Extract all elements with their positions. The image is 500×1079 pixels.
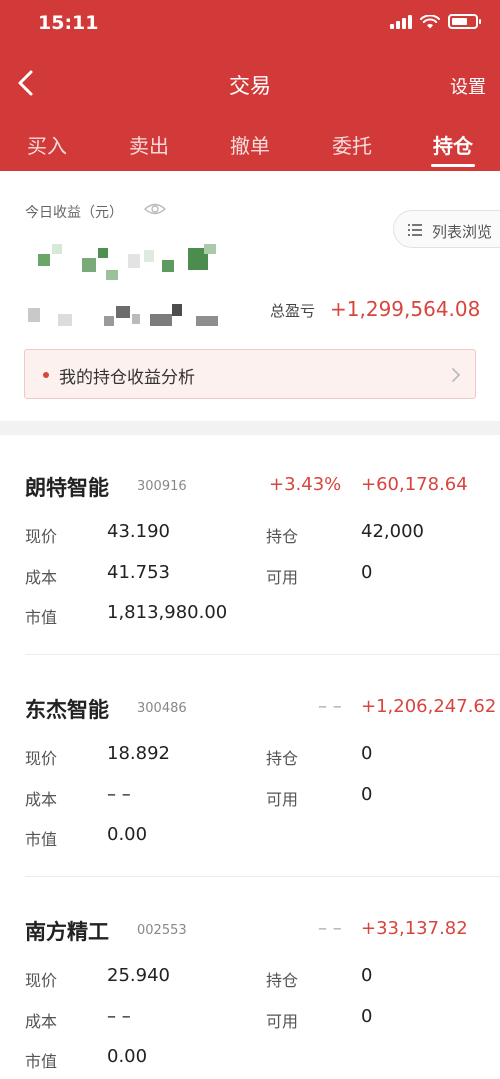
market-value: 0.00 (107, 1046, 148, 1067)
position-label: 持仓 (266, 527, 299, 546)
total-pl-value: +1,299,564.08 (330, 297, 481, 321)
available-value: 0 (361, 784, 373, 805)
price-label: 现价 (25, 749, 58, 768)
top-header: 15:11 交易 设置 买入 卖出 撤单 委托 持仓 (0, 0, 500, 171)
stock-code: 300916 (137, 479, 187, 494)
pl-analysis-banner[interactable]: 我的持仓收益分析 (24, 349, 476, 399)
price-value: 18.892 (107, 743, 170, 764)
stock-pl: +60,178.64 (361, 474, 468, 495)
position-value: 0 (361, 743, 373, 764)
position-value: 0 (361, 965, 373, 986)
available-label: 可用 (266, 568, 299, 587)
list-icon (408, 224, 422, 236)
trade-tabs: 买入 卖出 撤单 委托 持仓 (0, 126, 500, 170)
market-value-label: 市值 (25, 608, 58, 627)
stock-change-pct: – – (318, 696, 342, 717)
stock-name: 东杰智能 (25, 698, 109, 722)
market-value-label: 市值 (25, 1052, 58, 1071)
stock-code: 002553 (137, 923, 187, 938)
censored-secondary-value (28, 302, 228, 328)
holding-card[interactable]: 南方精工 002553 – – +33,137.82 现价 25.940 持仓 … (0, 879, 500, 1079)
stock-pl: +33,137.82 (361, 918, 468, 939)
eye-icon[interactable] (144, 202, 166, 216)
price-value: 43.190 (107, 521, 170, 542)
tab-cancel[interactable]: 撤单 (215, 130, 285, 159)
available-value: 0 (361, 562, 373, 583)
settings-button[interactable]: 设置 (450, 73, 486, 99)
stock-pl: +1,206,247.62 (361, 696, 497, 717)
price-label: 现价 (25, 971, 58, 990)
list-view-label: 列表浏览 (432, 223, 493, 241)
cost-value: – – (107, 1006, 131, 1027)
active-tab-indicator (431, 164, 475, 167)
holding-card[interactable]: 朗特智能 300916 +3.43% +60,178.64 现价 43.190 … (0, 435, 500, 655)
position-label: 持仓 (266, 971, 299, 990)
pl-analysis-label: 我的持仓收益分析 (59, 368, 195, 388)
market-value-label: 市值 (25, 830, 58, 849)
market-value: 1,813,980.00 (107, 602, 228, 623)
wifi-icon (420, 14, 440, 28)
stock-change-pct: +3.43% (269, 474, 342, 495)
stock-name: 朗特智能 (25, 476, 109, 500)
market-value: 0.00 (107, 824, 148, 845)
page-title: 交易 (229, 74, 271, 98)
tab-sell[interactable]: 卖出 (114, 130, 184, 159)
tab-positions[interactable]: 持仓 (418, 130, 488, 159)
price-label: 现价 (25, 527, 58, 546)
row-divider (25, 876, 500, 877)
tab-orders[interactable]: 委托 (317, 130, 387, 159)
chevron-right-icon (452, 368, 461, 382)
cost-label: 成本 (25, 790, 58, 809)
price-value: 25.940 (107, 965, 170, 986)
censored-today-earnings (38, 244, 218, 284)
stock-change-pct: – – (318, 918, 342, 939)
bullet-dot-icon (43, 372, 49, 378)
holding-card[interactable]: 东杰智能 300486 – – +1,206,247.62 现价 18.892 … (0, 657, 500, 877)
available-label: 可用 (266, 1012, 299, 1031)
list-view-button[interactable]: 列表浏览 (393, 210, 500, 248)
cost-value: – – (107, 784, 131, 805)
row-divider (25, 654, 500, 655)
battery-icon (448, 14, 481, 29)
stock-name: 南方精工 (25, 920, 109, 944)
position-value: 42,000 (361, 521, 424, 542)
cost-label: 成本 (25, 568, 58, 587)
cost-label: 成本 (25, 1012, 58, 1031)
signal-icon (390, 14, 412, 29)
total-pl-label: 总盈亏 (270, 302, 316, 320)
available-value: 0 (361, 1006, 373, 1027)
status-time: 15:11 (38, 12, 99, 34)
tab-buy[interactable]: 买入 (12, 130, 82, 159)
available-label: 可用 (266, 790, 299, 809)
today-earnings-label: 今日收益（元） (25, 205, 123, 221)
section-divider (0, 421, 500, 435)
cost-value: 41.753 (107, 562, 170, 583)
position-label: 持仓 (266, 749, 299, 768)
stock-code: 300486 (137, 701, 187, 716)
status-icons (390, 14, 481, 29)
